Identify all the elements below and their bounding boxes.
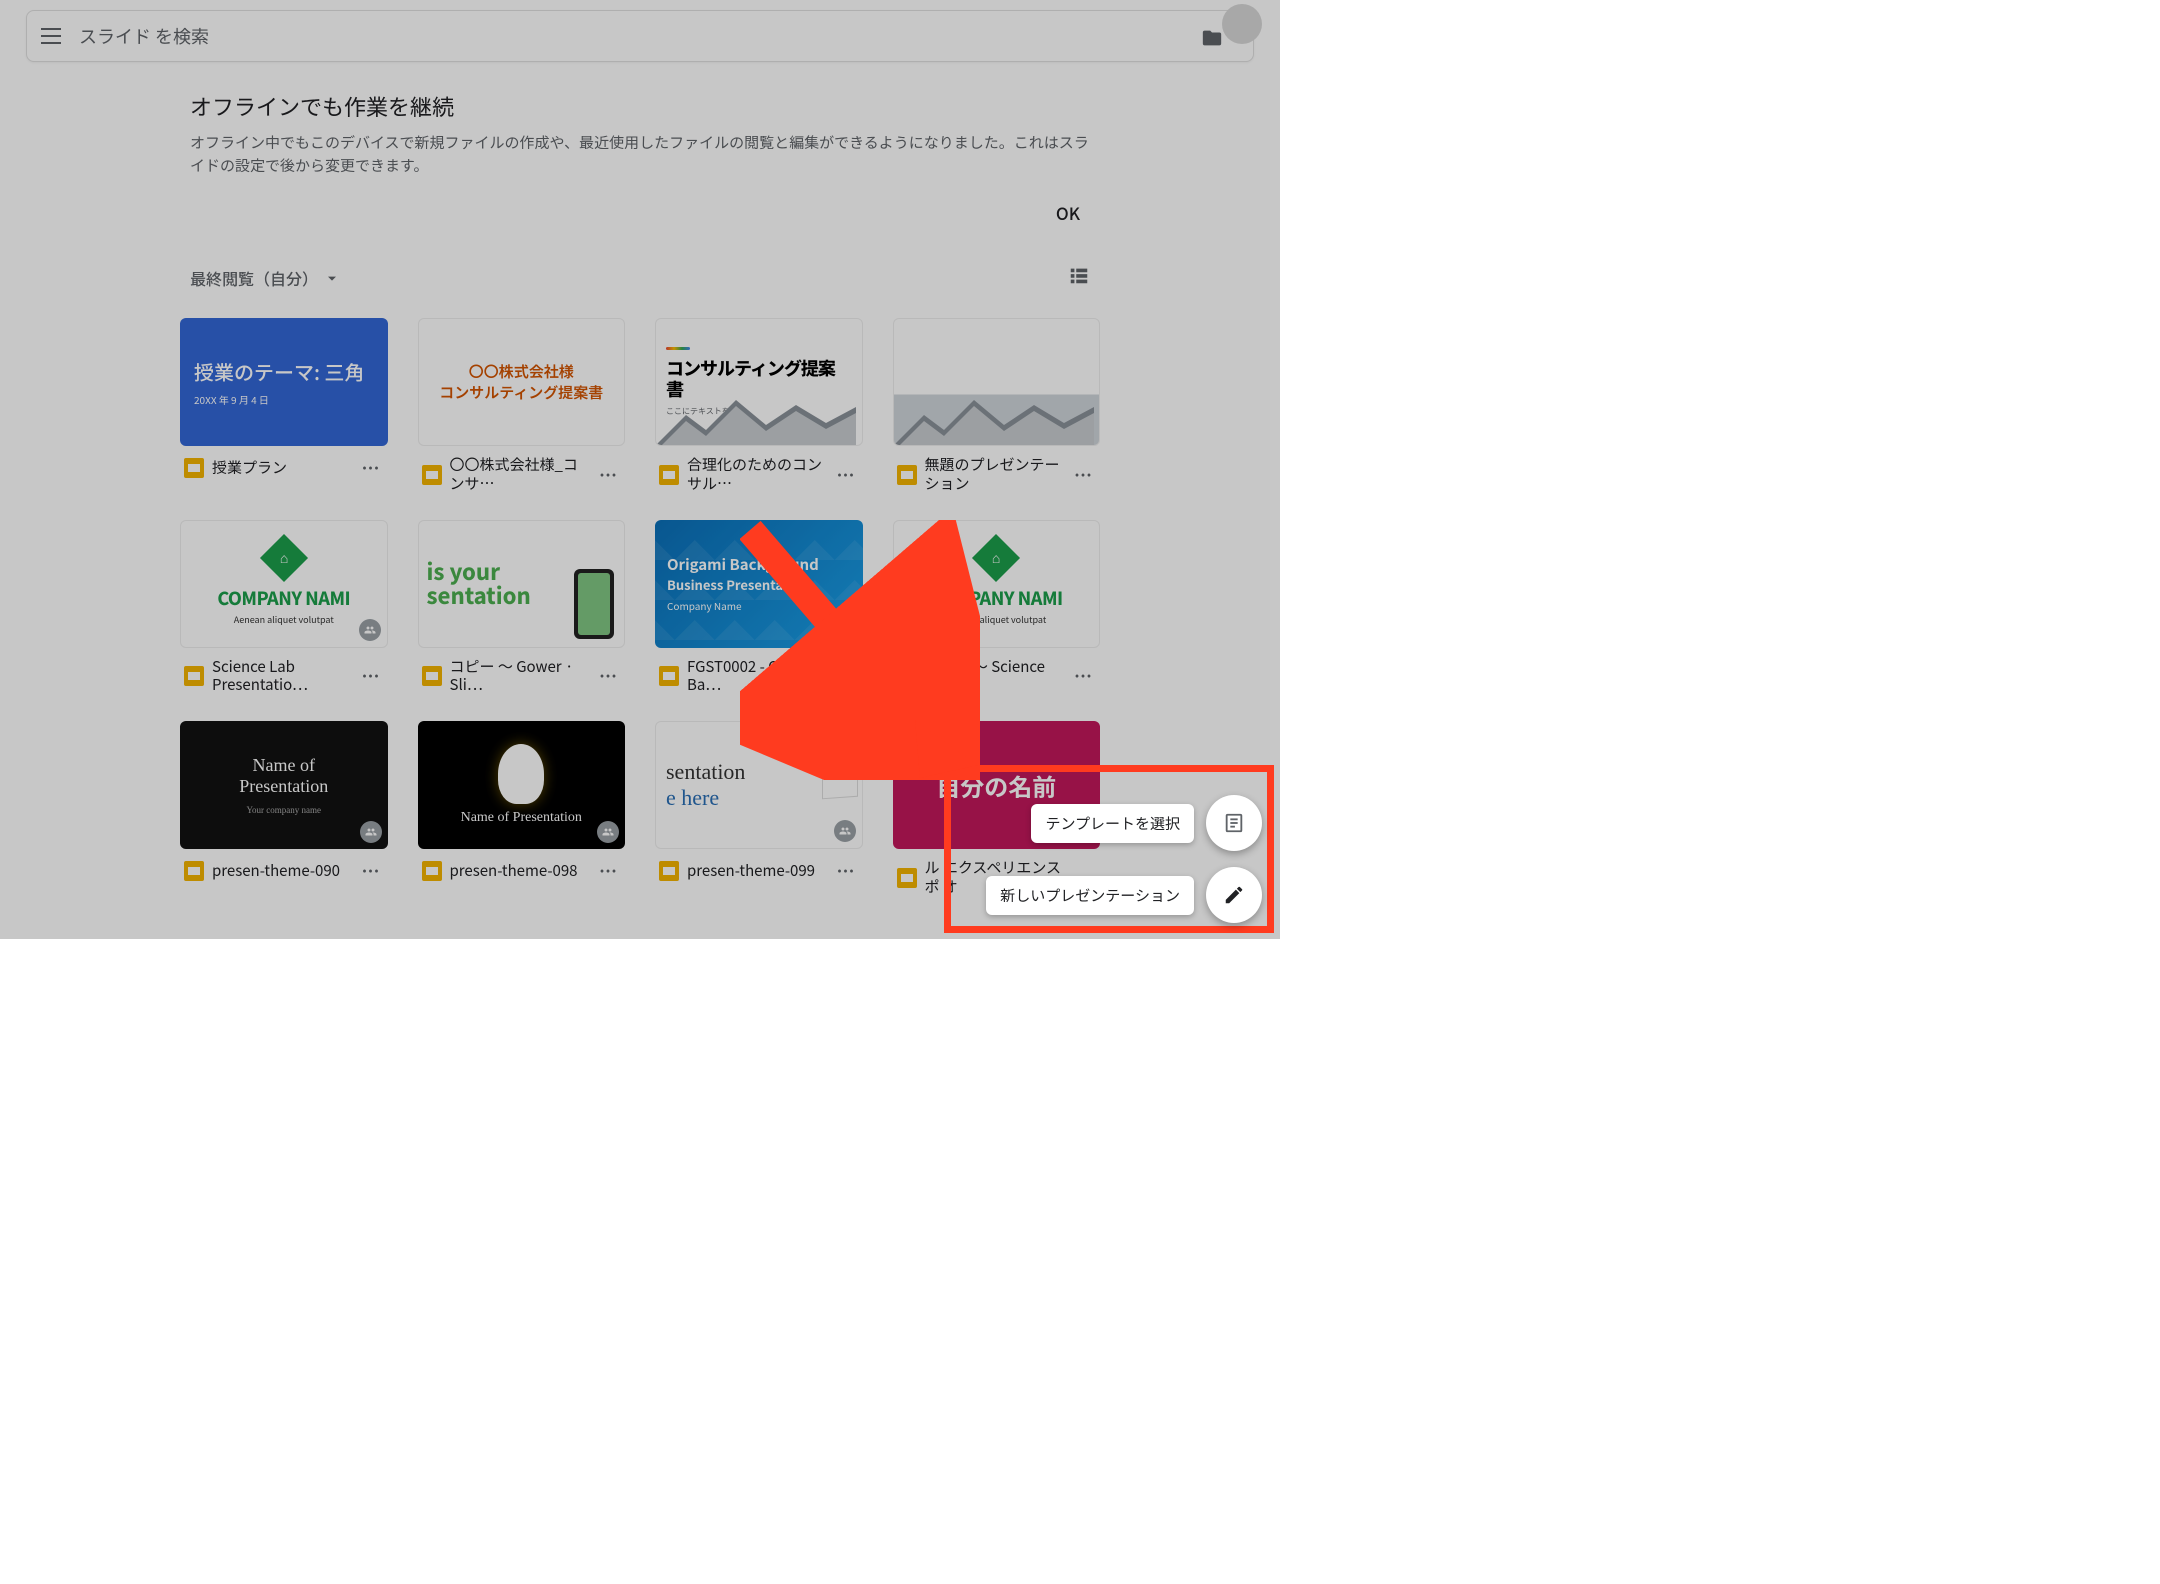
- file-title: 無題のプレゼンテーション: [925, 456, 1065, 494]
- fab-new-label[interactable]: 新しいプレゼンテーション: [986, 876, 1194, 915]
- file-title: コピー ～ Gower · Sli…: [450, 658, 590, 696]
- account-avatar[interactable]: [1222, 4, 1262, 44]
- more-icon[interactable]: ⋯: [835, 664, 859, 688]
- file-title: 授業プラン: [212, 459, 352, 478]
- more-icon[interactable]: ⋯: [597, 463, 621, 487]
- file-title: presen-theme-099: [687, 862, 827, 881]
- file-title: FGST0002 - Origami Ba…: [687, 658, 827, 696]
- file-grid: 授業のテーマ: 三角20XX 年 9 月 4 日 授業プラン ⋯ 〇〇株式会社様…: [180, 318, 1100, 897]
- slides-icon: [184, 458, 204, 478]
- file-card[interactable]: 無題のプレゼンテーション ⋯: [893, 318, 1101, 494]
- fab-template-button[interactable]: [1206, 795, 1262, 851]
- folder-icon[interactable]: [1201, 27, 1223, 45]
- file-title: 〇〇株式会社様_コンサ…: [450, 456, 590, 494]
- more-icon[interactable]: ⋯: [597, 859, 621, 883]
- slides-icon: [659, 666, 679, 686]
- file-card[interactable]: ⌂COMPANY NAMIAenean aliquet volutpat コピー…: [893, 520, 1101, 696]
- file-card[interactable]: sentatione here presen-theme-099 ⋯: [655, 721, 863, 897]
- shared-icon: [834, 820, 856, 842]
- dialog-title: オフラインでも作業を継続: [190, 90, 1090, 122]
- file-card[interactable]: 〇〇株式会社様コンサルティング提案書 〇〇株式会社様_コンサ… ⋯: [418, 318, 626, 494]
- fab-new-button[interactable]: [1206, 867, 1262, 923]
- shared-icon: [359, 619, 381, 641]
- shared-icon: [597, 821, 619, 843]
- file-card[interactable]: Origami BackgroundBusiness PresentatiCom…: [655, 520, 863, 696]
- file-card[interactable]: Name ofPresentationYour company name pre…: [180, 721, 388, 897]
- slides-icon: [184, 666, 204, 686]
- file-card[interactable]: ⌂COMPANY NAMIAenean aliquet volutpat Sci…: [180, 520, 388, 696]
- slides-icon: [422, 861, 442, 881]
- file-title: presen-theme-098: [450, 862, 590, 881]
- slides-icon: [659, 861, 679, 881]
- slides-icon: [897, 465, 917, 485]
- file-card[interactable]: 授業のテーマ: 三角20XX 年 9 月 4 日 授業プラン ⋯: [180, 318, 388, 494]
- file-card[interactable]: Name of Presentation presen-theme-098 ⋯: [418, 721, 626, 897]
- fab-template-label[interactable]: テンプレートを選択: [1031, 804, 1194, 843]
- shared-icon: [360, 821, 382, 843]
- more-icon[interactable]: ⋯: [360, 859, 384, 883]
- more-icon[interactable]: ⋯: [360, 456, 384, 480]
- more-icon[interactable]: ⋯: [360, 664, 384, 688]
- menu-icon[interactable]: [39, 24, 63, 48]
- ok-button[interactable]: OK: [1056, 200, 1080, 225]
- more-icon[interactable]: ⋯: [597, 664, 621, 688]
- file-title: presen-theme-090: [212, 862, 352, 881]
- file-card[interactable]: is yoursentation コピー ～ Gower · Sli… ⋯: [418, 520, 626, 696]
- search-bar[interactable]: スライド を検索: [26, 10, 1254, 62]
- slides-icon: [897, 666, 917, 686]
- slides-icon: [422, 666, 442, 686]
- file-title: コピー ～ Science La…: [925, 658, 1065, 696]
- file-card[interactable]: コンサルティング提案書ここにテキストを挿入。 合理化のためのコンサル… ⋯: [655, 318, 863, 494]
- arrow-down-icon: [324, 270, 340, 286]
- sort-label: 最終閲覧（自分）: [190, 266, 318, 290]
- search-placeholder[interactable]: スライド を検索: [79, 23, 1201, 49]
- slides-icon: [422, 465, 442, 485]
- dialog-body: オフライン中でもこのデバイスで新規ファイルの作成や、最近使用したファイルの閲覧と…: [190, 132, 1090, 177]
- sort-row: 最終閲覧（自分）: [190, 264, 1090, 291]
- file-title: Science Lab Presentatio…: [212, 658, 352, 696]
- file-title: 合理化のためのコンサル…: [687, 456, 827, 494]
- slides-icon: [897, 868, 917, 888]
- more-icon[interactable]: ⋯: [835, 859, 859, 883]
- sort-button[interactable]: 最終閲覧（自分）: [190, 266, 340, 290]
- offline-info: オフラインでも作業を継続 オフライン中でもこのデバイスで新規ファイルの作成や、最…: [190, 90, 1090, 177]
- fab-menu: テンプレートを選択 新しいプレゼンテーション: [986, 795, 1262, 923]
- slides-icon: [659, 465, 679, 485]
- more-icon[interactable]: ⋯: [1072, 463, 1096, 487]
- more-icon[interactable]: ⋯: [835, 463, 859, 487]
- list-view-icon[interactable]: [1068, 264, 1090, 291]
- more-icon[interactable]: ⋯: [1072, 664, 1096, 688]
- slides-icon: [184, 861, 204, 881]
